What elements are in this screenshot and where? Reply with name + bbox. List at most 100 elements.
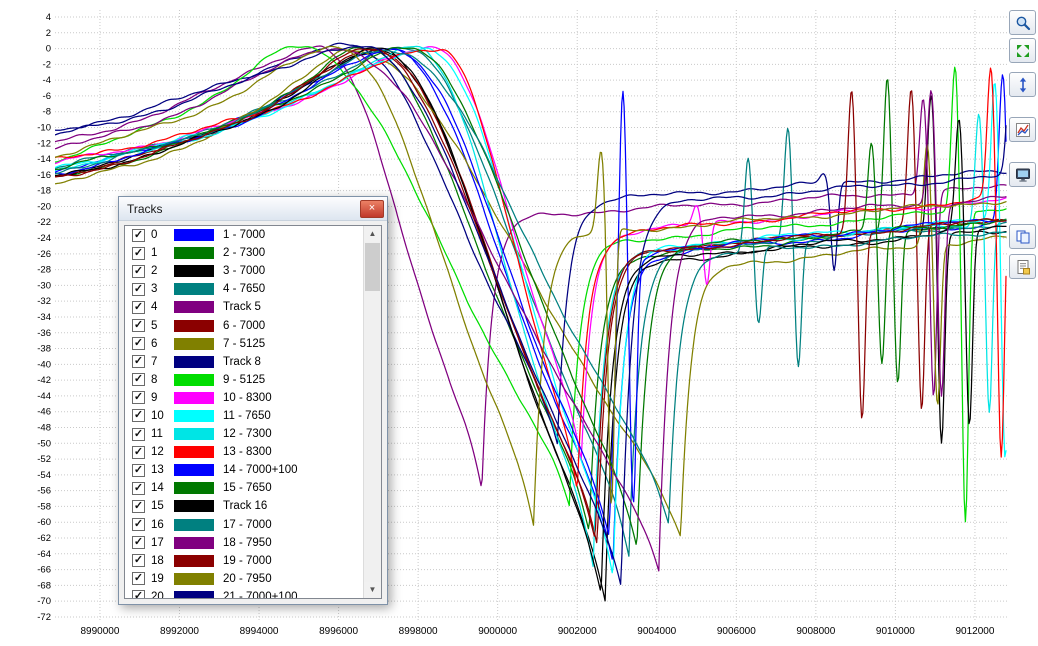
copy-button[interactable] (1009, 224, 1036, 249)
track-checkbox[interactable]: ✓ (132, 409, 145, 422)
track-label: 13 - 8300 (223, 446, 272, 458)
track-color-swatch[interactable] (174, 247, 214, 259)
svg-text:8996000: 8996000 (319, 626, 358, 637)
track-color-swatch[interactable] (174, 482, 214, 494)
track-checkbox[interactable]: ✓ (132, 464, 145, 477)
track-index: 10 (151, 410, 174, 422)
track-row[interactable]: ✓01 - 7000 (125, 226, 364, 244)
dialog-titlebar[interactable]: Tracks × (119, 197, 387, 221)
track-label: 1 - 7000 (223, 229, 265, 241)
track-checkbox[interactable]: ✓ (132, 482, 145, 495)
track-color-swatch[interactable] (174, 464, 214, 476)
svg-text:-34: -34 (37, 312, 51, 323)
track-checkbox[interactable]: ✓ (132, 500, 145, 513)
track-row[interactable]: ✓1112 - 7300 (125, 425, 364, 443)
track-checkbox[interactable]: ✓ (132, 283, 145, 296)
svg-text:9006000: 9006000 (717, 626, 756, 637)
track-color-swatch[interactable] (174, 392, 214, 404)
track-color-swatch[interactable] (174, 573, 214, 585)
svg-text:-40: -40 (37, 359, 51, 370)
track-row[interactable]: ✓56 - 7000 (125, 316, 364, 334)
track-index: 8 (151, 374, 174, 386)
track-checkbox[interactable]: ✓ (132, 536, 145, 549)
track-row[interactable]: ✓4Track 5 (125, 298, 364, 316)
dialog-title: Tracks (127, 202, 360, 216)
svg-text:-10: -10 (37, 123, 51, 134)
track-row[interactable]: ✓1213 - 8300 (125, 443, 364, 461)
track-checkbox[interactable]: ✓ (132, 247, 145, 260)
copy-icon (1015, 229, 1031, 245)
track-color-swatch[interactable] (174, 229, 214, 241)
svg-text:-38: -38 (37, 344, 51, 355)
page-icon (1015, 259, 1031, 275)
track-checkbox[interactable]: ✓ (132, 265, 145, 278)
track-row[interactable]: ✓67 - 5125 (125, 335, 364, 353)
fit-vertical-button[interactable] (1009, 72, 1036, 97)
x-axis-labels: 8990000899200089940008996000899800090000… (80, 626, 994, 637)
close-icon[interactable]: × (360, 200, 384, 218)
track-checkbox[interactable]: ✓ (132, 319, 145, 332)
scroll-up-icon[interactable]: ▲ (364, 226, 381, 242)
track-color-swatch[interactable] (174, 320, 214, 332)
track-checkbox[interactable]: ✓ (132, 373, 145, 386)
track-checkbox[interactable]: ✓ (132, 301, 145, 314)
track-color-swatch[interactable] (174, 356, 214, 368)
svg-text:-6: -6 (43, 91, 51, 102)
track-checkbox[interactable]: ✓ (132, 572, 145, 585)
track-row[interactable]: ✓1819 - 7000 (125, 552, 364, 570)
track-row[interactable]: ✓12 - 7300 (125, 244, 364, 262)
track-color-swatch[interactable] (174, 338, 214, 350)
track-checkbox[interactable]: ✓ (132, 337, 145, 350)
svg-text:-58: -58 (37, 501, 51, 512)
track-row[interactable]: ✓1920 - 7950 (125, 570, 364, 588)
track-row[interactable]: ✓1718 - 7950 (125, 534, 364, 552)
track-row[interactable]: ✓89 - 5125 (125, 371, 364, 389)
track-color-swatch[interactable] (174, 555, 214, 567)
track-row[interactable]: ✓15Track 16 (125, 497, 364, 515)
scrollbar[interactable]: ▲ ▼ (363, 226, 381, 598)
scroll-down-icon[interactable]: ▼ (364, 582, 381, 598)
track-row[interactable]: ✓1617 - 7000 (125, 516, 364, 534)
track-checkbox[interactable]: ✓ (132, 428, 145, 441)
track-row[interactable]: ✓23 - 7000 (125, 262, 364, 280)
zoom-button[interactable] (1009, 10, 1036, 35)
track-color-swatch[interactable] (174, 283, 214, 295)
track-checkbox[interactable]: ✓ (132, 518, 145, 531)
scroll-thumb[interactable] (365, 243, 380, 291)
track-color-swatch[interactable] (174, 537, 214, 549)
track-color-swatch[interactable] (174, 446, 214, 458)
track-row[interactable]: ✓1415 - 7650 (125, 479, 364, 497)
track-checkbox[interactable]: ✓ (132, 446, 145, 459)
chart-properties-button[interactable] (1009, 117, 1036, 142)
track-color-swatch[interactable] (174, 591, 214, 599)
track-row[interactable]: ✓2021 - 7000+100 (125, 588, 364, 599)
svg-text:-20: -20 (37, 201, 51, 212)
svg-text:-48: -48 (37, 422, 51, 433)
monitor-icon (1015, 167, 1031, 183)
track-label: 4 - 7650 (223, 283, 265, 295)
track-color-swatch[interactable] (174, 500, 214, 512)
track-index: 6 (151, 338, 174, 350)
track-row[interactable]: ✓7Track 8 (125, 353, 364, 371)
track-color-swatch[interactable] (174, 519, 214, 531)
track-row[interactable]: ✓910 - 8300 (125, 389, 364, 407)
tracks-dialog: Tracks × ✓01 - 7000✓12 - 7300✓23 - 7000✓… (118, 196, 388, 605)
track-checkbox[interactable]: ✓ (132, 554, 145, 567)
track-color-swatch[interactable] (174, 374, 214, 386)
svg-text:-68: -68 (37, 580, 51, 591)
track-color-swatch[interactable] (174, 428, 214, 440)
track-color-swatch[interactable] (174, 301, 214, 313)
track-row[interactable]: ✓34 - 7650 (125, 280, 364, 298)
zoom-fit-button[interactable] (1009, 38, 1036, 63)
track-checkbox[interactable]: ✓ (132, 355, 145, 368)
export-button[interactable] (1009, 254, 1036, 279)
track-row[interactable]: ✓1314 - 7000+100 (125, 461, 364, 479)
track-checkbox[interactable]: ✓ (132, 229, 145, 242)
track-row[interactable]: ✓1011 - 7650 (125, 407, 364, 425)
svg-text:9002000: 9002000 (558, 626, 597, 637)
track-checkbox[interactable]: ✓ (132, 590, 145, 599)
track-color-swatch[interactable] (174, 410, 214, 422)
display-button[interactable] (1009, 162, 1036, 187)
track-color-swatch[interactable] (174, 265, 214, 277)
track-checkbox[interactable]: ✓ (132, 391, 145, 404)
